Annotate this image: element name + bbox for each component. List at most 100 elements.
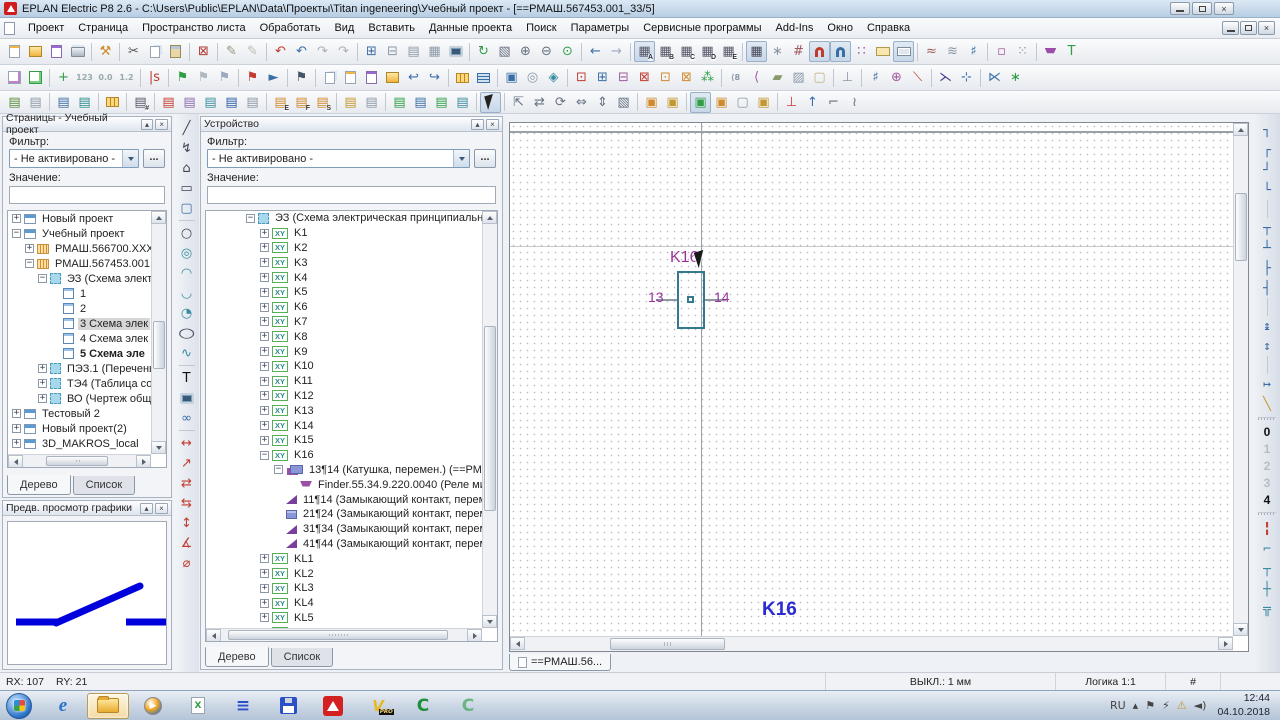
device-text-button[interactable]: T (1061, 41, 1082, 62)
redraw-button[interactable]: ↻ (473, 41, 494, 62)
copy-button[interactable] (144, 41, 165, 62)
draw-ellipse-button[interactable]: ○ (177, 323, 197, 343)
action-center-flag-icon[interactable]: ⚑ (1145, 699, 1155, 712)
expand-icon[interactable]: + (12, 409, 21, 418)
expand-icon[interactable]: + (260, 436, 269, 445)
tree-item[interactable]: +XYK3 (206, 255, 482, 270)
start-button[interactable] (6, 693, 32, 719)
window-tile-button[interactable]: ⊞ (361, 41, 382, 62)
undo-button[interactable]: ↶ (270, 41, 291, 62)
regroup-button[interactable]: ▣ (753, 92, 774, 113)
group-add-button[interactable]: ▣ (711, 92, 732, 113)
move-button[interactable]: ⇱ (508, 92, 529, 113)
numbering-00-button[interactable]: 0.0 (95, 67, 116, 88)
align-bottom-button[interactable]: ⊥ (781, 92, 802, 113)
collapse-icon[interactable]: − (274, 465, 283, 474)
tree-item[interactable]: 31¶34 (Замыкающий контакт, переме (206, 522, 482, 537)
forward-button[interactable]: → (606, 41, 627, 62)
device-circle-button[interactable]: ◎ (522, 67, 543, 88)
scroll-thumb[interactable] (610, 638, 725, 650)
paste-button[interactable] (165, 41, 186, 62)
internet-explorer-taskbar-button[interactable]: e (42, 693, 84, 719)
expand-icon[interactable]: + (260, 258, 269, 267)
wire-numbering-button[interactable]: ⁂ (697, 67, 718, 88)
expand-icon[interactable]: + (260, 229, 269, 238)
dim-aligned-button[interactable]: ↗ (177, 453, 197, 473)
tree-item[interactable]: 41¶44 (Замыкающий контакт, переме (206, 537, 482, 552)
corner-up-left-button[interactable]: ┘ (1257, 160, 1278, 180)
edit-curve-button[interactable]: ▤ (200, 92, 221, 113)
expand-icon[interactable]: + (260, 332, 269, 341)
collapse-icon[interactable]: − (25, 259, 34, 268)
curve-tool-button[interactable]: ≀ (844, 92, 865, 113)
menu-item[interactable]: Параметры (564, 20, 637, 36)
dim-chain-button[interactable]: ⇄ (177, 473, 197, 493)
flag-cancel-button[interactable]: ⚑ (291, 67, 312, 88)
device-filter-combobox[interactable]: - Не активировано - (207, 149, 470, 168)
sync-both-button[interactable]: ▤ (431, 92, 452, 113)
page-preview-button[interactable]: ▤ (403, 41, 424, 62)
connections-update-button[interactable]: ⊡ (571, 67, 592, 88)
connection-symbols-button[interactable]: ⊡ (655, 67, 676, 88)
expand-icon[interactable]: + (260, 303, 269, 312)
stretch-button[interactable]: ⇔ (571, 92, 592, 113)
tree-item[interactable]: +XYK12 (206, 389, 482, 404)
flag-delete-button[interactable]: ⚑ (242, 67, 263, 88)
tree-item[interactable]: +XYK14 (206, 418, 482, 433)
scale-button[interactable]: ⇕ (592, 92, 613, 113)
new-page-button[interactable] (4, 41, 25, 62)
tree-item[interactable]: 1 (8, 286, 151, 301)
placeholder-object-button[interactable]: ⁙ (1012, 41, 1033, 62)
menu-item[interactable]: Страница (71, 20, 135, 36)
tree-item[interactable]: −ЭЗ (Схема электрическая принципиальная) (206, 211, 482, 226)
menu-item[interactable]: Справка (860, 20, 917, 36)
pages-collapse-button[interactable]: ▴ (141, 119, 154, 130)
zoom-whole-button[interactable]: ⊙ (557, 41, 578, 62)
insert-text-button[interactable]: T (177, 368, 197, 388)
expand-icon[interactable]: + (38, 379, 47, 388)
mdi-close-button[interactable]: × (1258, 21, 1275, 35)
dim-diameter-button[interactable]: ⌀ (177, 553, 197, 573)
scroll-right-icon[interactable] (136, 455, 151, 468)
interrupt-points-button[interactable]: ▣ (501, 67, 522, 88)
project-management-button[interactable] (46, 41, 67, 62)
parts-cart-button[interactable] (1040, 41, 1061, 62)
magnet-vertical-button[interactable] (830, 41, 851, 62)
scroll-left-icon[interactable] (206, 629, 221, 642)
edit-properties-w-button[interactable]: ▤ (179, 92, 200, 113)
dim-vertical-button[interactable]: ↕ (177, 513, 197, 533)
properties-anchor-button[interactable]: ▤ (74, 92, 95, 113)
zoom-out-button[interactable]: ⊖ (536, 41, 557, 62)
device-navigator-button[interactable] (4, 67, 25, 88)
expand-icon[interactable]: + (12, 439, 21, 448)
tree-item[interactable]: +XYK8 (206, 329, 482, 344)
potential-cross-button[interactable]: ┼ (1257, 579, 1278, 599)
mdi-restore-button[interactable] (1240, 21, 1257, 35)
camtasia-taskbar-button[interactable]: C (402, 693, 444, 719)
draw-sector-button[interactable]: ◔ (177, 303, 197, 323)
workbook-button[interactable] (445, 41, 466, 62)
connection-colors-button[interactable]: ⊠ (676, 67, 697, 88)
expand-icon[interactable]: + (260, 391, 269, 400)
backup-tool-taskbar-button[interactable] (267, 693, 309, 719)
pages-filter-more-button[interactable]: ... (143, 149, 165, 168)
tree-item[interactable]: +ПЭЗ.1 (Перечень (8, 361, 151, 376)
assign-format-button[interactable]: ✎ (242, 41, 263, 62)
menu-item[interactable]: Вставить (361, 20, 422, 36)
smooth-button[interactable]: ≋ (942, 41, 963, 62)
scroll-thumb[interactable] (153, 321, 165, 369)
corner-tool-button[interactable]: ⌐ (823, 92, 844, 113)
preview-collapse-button[interactable]: ▴ (140, 503, 153, 514)
connection-count-3-button[interactable]: 3 (1258, 475, 1277, 492)
jump-point-button[interactable]: ↕ (1257, 336, 1278, 356)
hatch-button[interactable]: ▨ (788, 67, 809, 88)
connection-definition-button[interactable]: ⊠ (634, 67, 655, 88)
draw-rectangle-2-button[interactable]: ▢ (177, 198, 197, 218)
eplan-taskbar-button[interactable] (312, 693, 354, 719)
zoom-area-button[interactable]: ▧ (494, 41, 515, 62)
close-button[interactable]: × (1214, 2, 1234, 15)
menu-item[interactable]: Окно (820, 20, 860, 36)
menu-item[interactable]: Обработать (253, 20, 328, 36)
power-icon[interactable]: ⚡ (1162, 699, 1170, 712)
t-node-down-button[interactable]: ┬ (1257, 218, 1278, 238)
